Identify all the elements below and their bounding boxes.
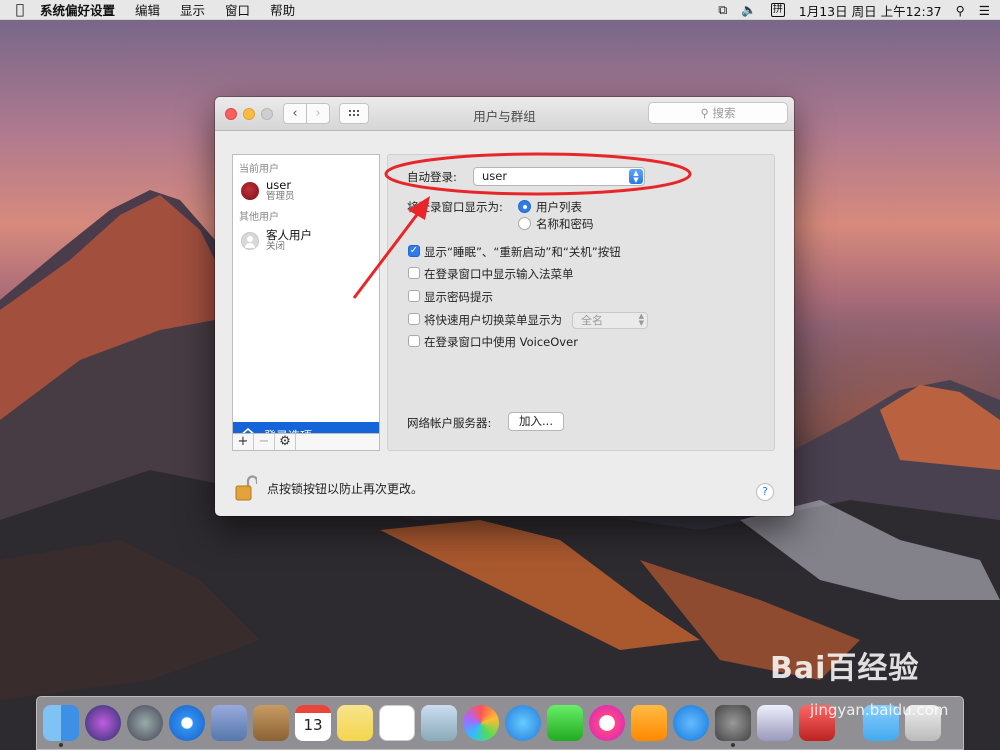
menu-clock[interactable]: 1月13日 周日 上午12:37 — [799, 1, 942, 20]
radio-user-list-label: 用户列表 — [536, 200, 582, 214]
other-users-section: 其他用户 — [239, 212, 279, 223]
notification-center-icon[interactable]: ☰ — [979, 3, 990, 18]
user-name: user — [266, 178, 292, 192]
screen-mirroring-icon[interactable]: ⧉ — [718, 2, 727, 18]
unlocked-lock-icon[interactable] — [235, 475, 257, 501]
lock-message: 点按锁按钮以防止再次更改。 — [267, 481, 424, 496]
ibooks-icon[interactable] — [631, 705, 667, 741]
photos-icon[interactable] — [463, 705, 499, 741]
checkbox-voiceover-label: 在登录窗口中使用 VoiceOver — [424, 335, 578, 349]
menu-view[interactable]: 显示 — [180, 0, 205, 19]
guest-avatar — [241, 231, 259, 250]
menu-bar:  系统偏好设置 编辑 显示 窗口 帮助 ⧉ 🔈 拼 1月13日 周日 上午12… — [0, 0, 1000, 20]
current-user-section: 当前用户 — [239, 164, 279, 175]
itunes-icon[interactable] — [589, 705, 625, 741]
guest-name: 客人用户 — [266, 228, 312, 242]
users-groups-window: ‹ › 用户与群组 ⚲ 搜索 当前用户 user 管理员 其他用户 客人用户 关… — [215, 97, 794, 516]
watermark-url: jingyan.baidu.com — [810, 701, 949, 719]
running-indicator — [59, 743, 63, 747]
notes-icon[interactable] — [337, 705, 373, 741]
auto-login-label: 自动登录: — [407, 170, 457, 184]
gear-icon[interactable]: ⚙ — [275, 434, 296, 450]
facetime-icon[interactable] — [547, 705, 583, 741]
user-row-current[interactable]: user 管理员 — [233, 177, 379, 206]
fast-switch-popup[interactable]: 全名 ▲ ▼ — [572, 312, 648, 329]
checkbox-fast-switch[interactable] — [408, 313, 420, 325]
checkbox-fast-switch-label: 将快速用户切换菜单显示为 — [424, 313, 562, 327]
remove-user-button[interactable]: − — [254, 434, 275, 450]
join-button[interactable]: 加入... — [508, 412, 564, 431]
system-preferences-icon[interactable] — [715, 705, 751, 747]
fast-switch-value: 全名 — [581, 314, 603, 327]
help-button[interactable]: ? — [756, 483, 774, 501]
user-list-toolbar: + − ⚙ — [232, 433, 380, 451]
calendar-icon[interactable]: 13 — [295, 705, 331, 741]
menu-help[interactable]: 帮助 — [270, 0, 295, 19]
search-field[interactable]: ⚲ 搜索 — [648, 102, 788, 124]
baidu-watermark: Bai百经验 jingyan.baidu.com — [770, 643, 948, 719]
mail-bird-icon[interactable] — [211, 705, 247, 741]
contacts-icon[interactable] — [253, 705, 289, 741]
avatar — [241, 181, 259, 200]
finder-icon[interactable] — [43, 705, 79, 747]
preview-icon[interactable] — [421, 705, 457, 741]
app-store-icon[interactable] — [673, 705, 709, 741]
checkbox-password-hints[interactable] — [408, 290, 420, 302]
menu-app-name[interactable]: 系统偏好设置 — [40, 0, 115, 19]
checkbox-voiceover[interactable] — [408, 335, 420, 347]
checkbox-input-menu[interactable] — [408, 267, 420, 279]
user-row-guest[interactable]: 客人用户 关闭 — [233, 225, 379, 256]
title-bar: ‹ › 用户与群组 ⚲ 搜索 — [215, 97, 794, 131]
search-icon: ⚲ — [700, 106, 709, 120]
auto-login-popup[interactable]: user ▲ ▼ — [473, 167, 645, 186]
user-list: 当前用户 user 管理员 其他用户 客人用户 关闭 登录选项 — [232, 154, 380, 450]
checkbox-input-menu-label: 在登录窗口中显示输入法菜单 — [424, 267, 574, 281]
watermark-brand: Bai百经验 — [770, 651, 920, 686]
launchpad-icon[interactable] — [127, 705, 163, 741]
siri-icon[interactable] — [85, 705, 121, 741]
add-user-button[interactable]: + — [233, 434, 254, 450]
checkbox-show-buttons[interactable]: ✓ — [408, 245, 420, 257]
popup-arrows-icon: ▲ ▼ — [629, 169, 643, 184]
auto-login-value: user — [482, 169, 508, 183]
radio-name-password-label: 名称和密码 — [536, 217, 594, 231]
checkbox-show-buttons-label: 显示“睡眠”、“重新启动”和“关机”按钮 — [424, 245, 621, 259]
calendar-day: 13 — [303, 716, 323, 734]
radio-user-list[interactable] — [518, 200, 531, 213]
display-as-label: 将登录窗口显示为: — [407, 200, 503, 214]
checkbox-password-hints-label: 显示密码提示 — [424, 290, 493, 304]
messages-icon[interactable] — [505, 705, 541, 741]
volume-icon[interactable]: 🔈 — [741, 2, 757, 18]
apple-menu-icon[interactable]:  — [0, 2, 40, 18]
spotlight-search-icon[interactable]: ⚲ — [956, 3, 965, 18]
safari-icon[interactable] — [169, 705, 205, 741]
menu-edit[interactable]: 编辑 — [135, 0, 160, 19]
input-method-icon[interactable]: 拼 — [770, 3, 785, 17]
reminders-icon[interactable] — [379, 705, 415, 741]
menu-window[interactable]: 窗口 — [225, 0, 250, 19]
running-indicator — [731, 743, 735, 747]
guest-status: 关闭 — [266, 241, 286, 252]
radio-name-password[interactable] — [518, 217, 531, 230]
popup-arrows-icon: ▲ ▼ — [638, 312, 644, 327]
user-role: 管理员 — [266, 191, 295, 202]
menu-extras: ⧉ 🔈 拼 1月13日 周日 上午12:37 ⚲ ☰ — [704, 0, 990, 20]
search-placeholder: 搜索 — [712, 106, 736, 120]
lock-row: 点按锁按钮以防止再次更改。 — [235, 475, 423, 501]
network-server-label: 网络帐户服务器: — [407, 416, 492, 430]
login-options-pane: 自动登录: user ▲ ▼ 将登录窗口显示为: 用户列表 名称和密码 ✓ 显示“… — [387, 154, 775, 451]
